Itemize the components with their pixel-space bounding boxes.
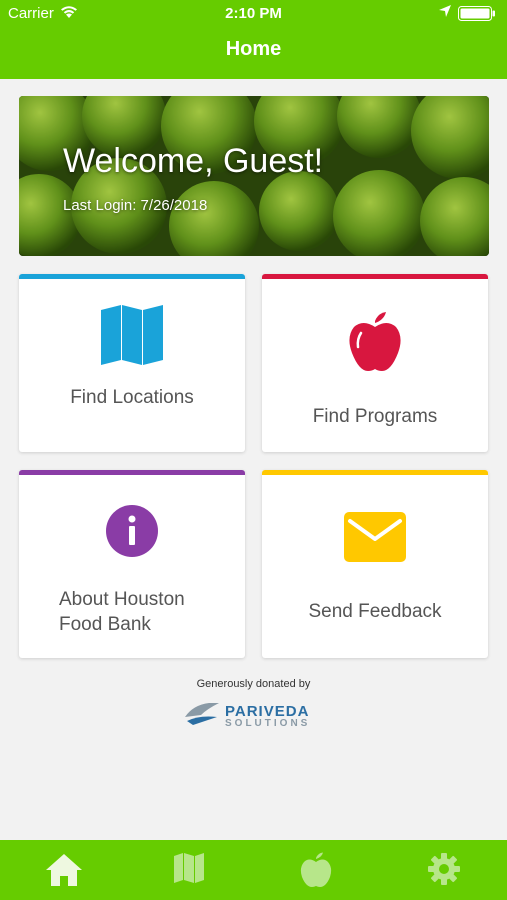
card-accent-bar [19, 470, 245, 475]
about-card[interactable]: About Houston Food Bank [19, 470, 245, 658]
card-accent-bar [262, 470, 488, 475]
tab-settings[interactable] [427, 852, 467, 892]
map-icon [174, 853, 204, 883]
pariveda-logo: PARIVEDA SOLUTIONS [183, 699, 328, 731]
donated-by-text: Generously donated by [196, 678, 311, 690]
tab-programs[interactable] [300, 852, 340, 892]
apple-icon [300, 852, 332, 887]
tab-home[interactable] [44, 852, 84, 892]
page-title: Home [225, 38, 282, 60]
last-login-text: Last Login: 7/26/2018 [63, 197, 208, 214]
send-feedback-label: Send Feedback [308, 601, 442, 622]
location-arrow-icon [438, 4, 452, 22]
apple-icon [348, 311, 402, 378]
find-locations-label: Find Locations [70, 387, 194, 408]
home-icon [46, 854, 82, 886]
welcome-banner: Welcome, Guest! Last Login: 7/26/2018 [19, 96, 489, 256]
find-programs-card[interactable]: Find Programs [262, 274, 488, 452]
battery-icon [458, 6, 496, 21]
pariveda-logo-mark [185, 703, 219, 725]
card-accent-bar [262, 274, 488, 279]
about-label: About Houston Food Bank [59, 589, 185, 635]
logo-subtitle: SOLUTIONS [225, 718, 311, 729]
gear-icon [428, 853, 460, 885]
send-feedback-card[interactable]: Send Feedback [262, 470, 488, 658]
welcome-heading: Welcome, Guest! [63, 142, 324, 180]
status-bar: Carrier 2:10 PM [0, 0, 507, 28]
tab-bar [0, 840, 507, 900]
card-accent-bar [19, 274, 245, 279]
find-programs-label: Find Programs [312, 406, 438, 427]
info-icon [106, 505, 158, 562]
top-bar: Carrier 2:10 PM Home [0, 0, 507, 79]
envelope-icon [344, 512, 406, 567]
map-icon [100, 304, 164, 371]
clock: 2:10 PM [225, 5, 282, 22]
find-locations-card[interactable]: Find Locations [19, 274, 245, 452]
tab-map[interactable] [172, 852, 212, 892]
